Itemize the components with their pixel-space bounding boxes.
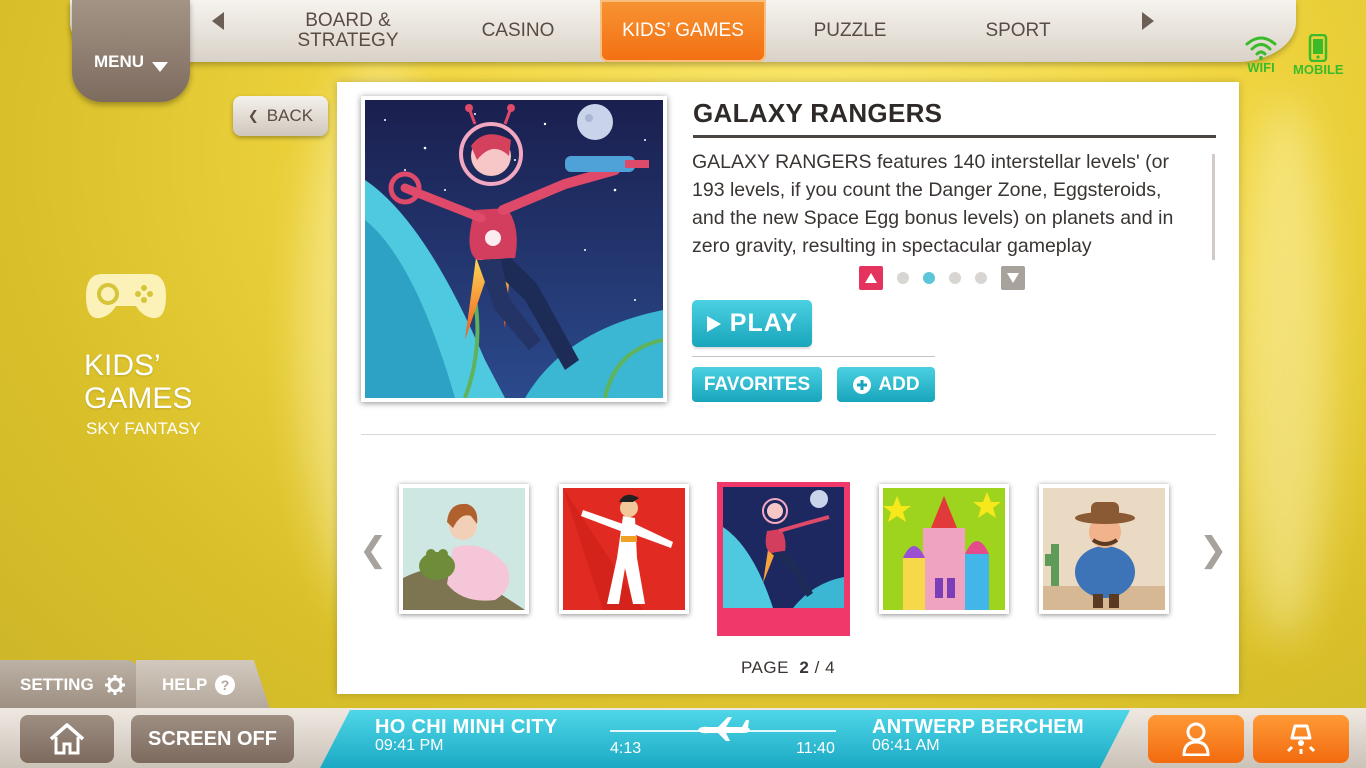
pager-dot-active[interactable] xyxy=(923,272,935,284)
category-subtitle: SKY FANTASY xyxy=(86,419,201,438)
carousel-prev-arrow[interactable]: ❮ xyxy=(359,530,388,570)
disco-dancer-illustration xyxy=(563,488,685,610)
lamp-icon xyxy=(1286,724,1316,754)
category-prev-arrow[interactable] xyxy=(212,12,224,30)
game-detail-panel: GALAXY RANGERS GALAXY RANGERS features 1… xyxy=(337,82,1239,694)
home-icon xyxy=(49,723,85,755)
gear-icon xyxy=(104,675,125,695)
attendant-call-button[interactable] xyxy=(1148,715,1244,763)
colorful-palace-illustration xyxy=(883,488,1005,610)
play-button[interactable]: PLAY xyxy=(692,300,812,347)
category-casino[interactable]: CASINO xyxy=(450,0,586,62)
page-separator: / xyxy=(814,658,820,677)
category-sport[interactable]: SPORT xyxy=(950,0,1086,62)
add-button[interactable]: ADD xyxy=(837,367,935,402)
flight-info: HO CHI MINH CITY 09:41 PM 4:13 11:40 ANT… xyxy=(320,710,1130,768)
wifi-label: WIFI xyxy=(1247,60,1275,75)
game-thumbnail-cowboy[interactable] xyxy=(1039,484,1169,614)
triangle-down-icon xyxy=(1007,273,1019,283)
game-thumbnail-galaxy-rangers[interactable] xyxy=(717,482,850,636)
reading-light-button[interactable] xyxy=(1253,715,1349,763)
divider xyxy=(361,434,1216,435)
wifi-status: WIFI xyxy=(1245,34,1277,75)
airplane-icon xyxy=(696,716,752,742)
favorites-label: FAVORITES xyxy=(703,373,811,395)
question-circle-icon: ? xyxy=(215,675,236,695)
page-current: 2 xyxy=(799,658,810,677)
origin-time: 09:41 PM xyxy=(375,737,444,754)
chevron-left-icon: ❮ xyxy=(247,108,259,123)
favorites-button[interactable]: FAVORITES xyxy=(692,367,822,402)
pager-dot[interactable] xyxy=(949,272,961,284)
game-title: GALAXY RANGERS xyxy=(693,98,1216,138)
category-title: KIDS’ GAMES xyxy=(84,349,193,415)
description-pager xyxy=(859,266,1025,290)
back-label: BACK xyxy=(266,106,314,125)
screen-off-button[interactable]: SCREEN OFF xyxy=(131,715,294,763)
mobile-status: MOBILE xyxy=(1293,34,1344,77)
game-thumbnail-disco-dancer[interactable] xyxy=(559,484,689,614)
category-next-arrow[interactable] xyxy=(1142,12,1154,30)
category-puzzle[interactable]: PUZZLE xyxy=(782,0,918,62)
scroll-up-button[interactable] xyxy=(859,266,883,290)
screen-off-label: SCREEN OFF xyxy=(148,727,277,750)
space-girl-illustration xyxy=(365,100,663,398)
svg-text:?: ? xyxy=(221,677,230,693)
destination-time: 06:41 AM xyxy=(872,737,940,754)
game-description: GALAXY RANGERS features 140 interstellar… xyxy=(692,151,1174,257)
home-button[interactable] xyxy=(20,715,114,763)
plus-circle-icon xyxy=(853,375,872,394)
play-label: PLAY xyxy=(729,309,799,337)
setting-button[interactable]: SETTING xyxy=(0,660,140,710)
mobile-label: MOBILE xyxy=(1293,62,1344,77)
background-glow xyxy=(1240,100,1330,640)
triangle-up-icon xyxy=(865,273,877,283)
category-bar: BOARD & STRATEGY CASINO KIDS’ GAMES PUZZ… xyxy=(70,0,1296,62)
elapsed-time: 4:13 xyxy=(610,740,642,757)
category-board-strategy[interactable]: BOARD & STRATEGY xyxy=(276,0,420,62)
divider xyxy=(692,356,935,357)
help-label: HELP xyxy=(162,675,208,694)
page-indicator: PAGE 2 / 4 xyxy=(337,658,1239,678)
game-hero-image xyxy=(361,96,667,402)
page-prefix: PAGE xyxy=(740,658,789,677)
description-scrollbar[interactable] xyxy=(1212,154,1215,260)
space-girl-thumbnail xyxy=(723,487,844,608)
add-label: ADD xyxy=(878,373,920,395)
mobile-phone-icon xyxy=(1309,34,1328,62)
origin-city: HO CHI MINH CITY xyxy=(375,716,558,738)
category-info: KIDS’ GAMES SKY FANTASY xyxy=(84,270,201,439)
game-thumbnail-colorful-palace[interactable] xyxy=(879,484,1009,614)
chevron-down-icon xyxy=(152,62,169,72)
category-kids-games[interactable]: KIDS’ GAMES xyxy=(600,0,766,62)
pager-dot[interactable] xyxy=(975,272,987,284)
wifi-icon xyxy=(1245,36,1277,60)
carousel-next-arrow[interactable]: ❯ xyxy=(1199,530,1228,570)
back-button[interactable]: ❮ BACK xyxy=(233,96,328,136)
help-button[interactable]: HELP ? xyxy=(136,660,270,710)
remaining-time: 11:40 xyxy=(796,740,835,757)
pager-dot[interactable] xyxy=(897,272,909,284)
menu-label: MENU xyxy=(93,52,145,71)
scroll-down-button[interactable] xyxy=(1001,266,1025,290)
game-thumbnail-princess-frog[interactable] xyxy=(399,484,529,614)
page-total: 4 xyxy=(825,658,836,677)
menu-button[interactable]: MENU xyxy=(72,0,190,102)
setting-label: SETTING xyxy=(20,675,94,694)
play-icon xyxy=(706,315,721,332)
cowboy-illustration xyxy=(1043,488,1165,610)
gamepad-icon xyxy=(86,274,166,319)
person-icon xyxy=(1182,722,1210,756)
destination-city: ANTWERP BERCHEM xyxy=(872,716,1084,738)
princess-frog-illustration xyxy=(403,488,525,610)
